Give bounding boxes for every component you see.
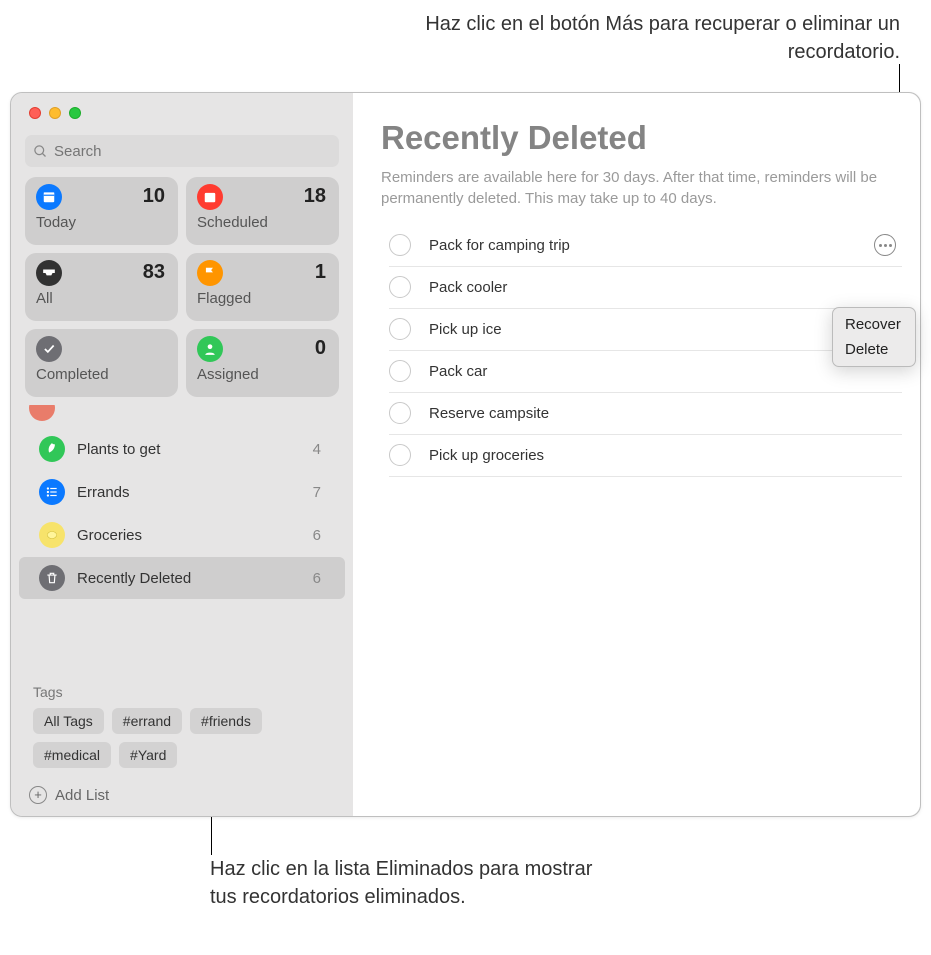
page-title: Recently Deleted [381, 119, 902, 157]
reminder-title: Pack car [429, 363, 902, 380]
reminder-title: Pick up groceries [429, 447, 902, 464]
list-row-plants[interactable]: Plants to get 4 [19, 428, 345, 470]
main-content: Recently Deleted Reminders are available… [353, 93, 920, 816]
card-count: 18 [304, 185, 326, 208]
list-name: Recently Deleted [77, 570, 313, 587]
callout-more-button: Haz clic en el botón Más para recuperar … [370, 10, 900, 66]
reminders-window: 10 Today 18 Scheduled 83 All [10, 92, 921, 817]
add-list-button[interactable]: + Add List [11, 776, 353, 816]
smart-lists-grid: 10 Today 18 Scheduled 83 All [11, 177, 353, 405]
list-row-errands[interactable]: Errands 7 [19, 471, 345, 513]
page-subtitle: Reminders are available here for 30 days… [381, 167, 902, 209]
context-menu: Recover Delete [832, 307, 916, 367]
list-count: 7 [313, 484, 321, 501]
reminder-row[interactable]: Pick up groceries [389, 435, 902, 477]
card-label: Completed [36, 366, 167, 383]
card-flagged[interactable]: 1 Flagged [186, 253, 339, 321]
card-count: 1 [315, 261, 326, 284]
leaf-icon [39, 436, 65, 462]
card-label: Scheduled [197, 214, 328, 231]
sidebar: 10 Today 18 Scheduled 83 All [11, 93, 353, 816]
window-controls [11, 93, 353, 129]
list-row-groceries[interactable]: Groceries 6 [19, 514, 345, 556]
card-all[interactable]: 83 All [25, 253, 178, 321]
card-scheduled[interactable]: 18 Scheduled [186, 177, 339, 245]
add-list-label: Add List [55, 787, 109, 804]
tag-all[interactable]: All Tags [33, 708, 104, 734]
card-count: 10 [143, 185, 165, 208]
reminder-row[interactable]: Reserve campsite [389, 393, 902, 435]
tag-yard[interactable]: #Yard [119, 742, 177, 768]
reminder-row[interactable]: Pack for camping trip [389, 225, 902, 267]
tags-section: Tags All Tags #errand #friends #medical … [11, 674, 353, 776]
complete-toggle[interactable] [389, 318, 411, 340]
tags-heading: Tags [33, 684, 335, 700]
list-icon [29, 405, 55, 421]
checkmark-icon [36, 336, 62, 362]
card-count: 0 [315, 337, 326, 360]
ellipsis-icon [879, 244, 892, 247]
card-assigned[interactable]: 0 Assigned [186, 329, 339, 397]
calendar-icon [36, 184, 62, 210]
close-icon[interactable] [29, 107, 41, 119]
list-count: 6 [313, 527, 321, 544]
tag-errand[interactable]: #errand [112, 708, 182, 734]
list-bullet-icon [39, 479, 65, 505]
complete-toggle[interactable] [389, 402, 411, 424]
card-count: 83 [143, 261, 165, 284]
plus-circle-icon: + [29, 786, 47, 804]
callout-deleted-list: Haz clic en la lista Eliminados para mos… [210, 855, 610, 911]
reminder-row[interactable]: Pack cooler [389, 267, 902, 309]
fullscreen-icon[interactable] [69, 107, 81, 119]
card-label: Today [36, 214, 167, 231]
calendar-icon [197, 184, 223, 210]
menu-recover[interactable]: Recover [833, 312, 915, 337]
lemon-icon [39, 522, 65, 548]
complete-toggle[interactable] [389, 234, 411, 256]
card-completed[interactable]: Completed [25, 329, 178, 397]
person-icon [197, 336, 223, 362]
menu-delete[interactable]: Delete [833, 337, 915, 362]
tag-friends[interactable]: #friends [190, 708, 262, 734]
card-label: All [36, 290, 167, 307]
reminder-title: Pack for camping trip [429, 237, 874, 254]
search-field[interactable] [25, 135, 339, 167]
trash-icon [39, 565, 65, 591]
card-label: Assigned [197, 366, 328, 383]
card-today[interactable]: 10 Today [25, 177, 178, 245]
search-icon [33, 144, 48, 159]
list-count: 4 [313, 441, 321, 458]
list-count: 6 [313, 570, 321, 587]
reminder-title: Reserve campsite [429, 405, 902, 422]
complete-toggle[interactable] [389, 444, 411, 466]
search-input[interactable] [54, 143, 331, 160]
list-row-recently-deleted[interactable]: Recently Deleted 6 [19, 557, 345, 599]
flag-icon [197, 260, 223, 286]
reminder-title: Pack cooler [429, 279, 902, 296]
list-row-partial[interactable] [25, 409, 339, 427]
tray-icon [36, 260, 62, 286]
complete-toggle[interactable] [389, 360, 411, 382]
tag-medical[interactable]: #medical [33, 742, 111, 768]
list-name: Groceries [77, 527, 313, 544]
lists-section: Plants to get 4 Errands 7 Groceries 6 [11, 405, 353, 674]
reminder-row[interactable]: Pack car [389, 351, 902, 393]
list-name: Plants to get [77, 441, 313, 458]
minimize-icon[interactable] [49, 107, 61, 119]
list-name: Errands [77, 484, 313, 501]
card-label: Flagged [197, 290, 328, 307]
reminder-row[interactable]: Pick up ice [389, 309, 902, 351]
complete-toggle[interactable] [389, 276, 411, 298]
more-button[interactable] [874, 234, 896, 256]
